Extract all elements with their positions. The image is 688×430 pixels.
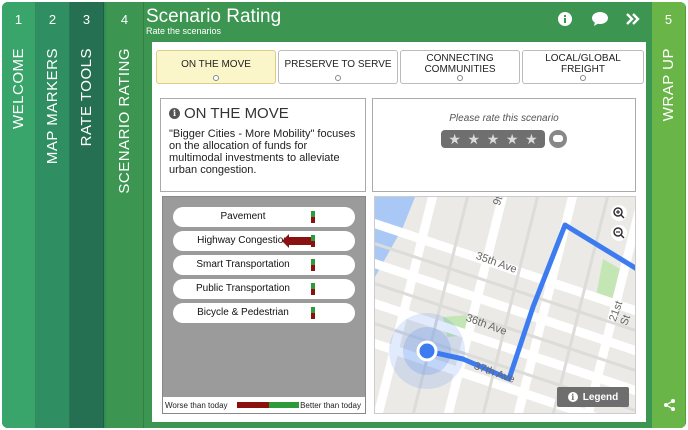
rating-prompt: Please rate this scenario (449, 113, 559, 124)
better-legend-arrow (269, 402, 299, 408)
side-tab-welcome[interactable]: 1 WELCOME (2, 2, 36, 428)
legend-label: Legend (582, 391, 619, 403)
factor-public-transportation: Public Transportation (173, 279, 355, 299)
side-tab-scenario-rating[interactable]: 4 SCENARIO RATING (106, 2, 144, 428)
tab-on-the-move[interactable]: ON THE MOVE (156, 50, 276, 84)
side-tab-map-markers[interactable]: 2 MAP MARKERS (36, 2, 70, 428)
side-tab-rate-tools[interactable]: 3 RATE TOOLS (70, 2, 104, 428)
star-icon[interactable]: ★ (468, 132, 481, 146)
side-tab-label: RATE TOOLS (77, 48, 95, 147)
worse-arrow (282, 234, 313, 248)
star-icon[interactable]: ★ (448, 132, 461, 146)
neutral-marker (311, 235, 315, 247)
rating-panel: Please rate this scenario ★ ★ ★ ★ ★ (372, 98, 636, 192)
worse-label: Worse than today (165, 401, 228, 410)
star-box: ★ ★ ★ ★ ★ (441, 130, 545, 148)
factor-label: Pavement (220, 211, 266, 222)
description-heading: i ON THE MOVE (169, 105, 357, 122)
page-title: Scenario Rating (146, 6, 282, 27)
tab-indicator-dot (457, 75, 463, 81)
tab-local-global-freight[interactable]: LOCAL/GLOBAL FREIGHT (522, 50, 644, 84)
factor-smart-transportation: Smart Transportation (173, 255, 355, 275)
tab-label: CONNECTING COMMUNITIES (424, 53, 496, 75)
info-icon: i (169, 108, 180, 119)
factor-label: Smart Transportation (196, 259, 290, 270)
content-area: ON THE MOVE PRESERVE TO SERVE CONNECTING… (152, 42, 646, 422)
description-text: "Bigger Cities - More Mobility" focuses … (169, 128, 356, 176)
page-subtitle: Rate the scenarios (146, 26, 222, 36)
legend-button[interactable]: i Legend (557, 387, 629, 407)
side-tab-label: WRAP UP (659, 48, 677, 122)
worse-legend-arrow (237, 402, 269, 408)
zoom-in-button[interactable] (611, 205, 627, 221)
zoom-in-icon (613, 207, 625, 219)
side-tab-wrap-up[interactable]: 5 WRAP UP (652, 2, 686, 428)
side-tab-label: WELCOME (9, 48, 27, 130)
tab-label: ON THE MOVE (181, 58, 251, 70)
better-label: Better than today (300, 401, 361, 410)
chat-icon[interactable] (592, 12, 608, 29)
info-icon: i (567, 392, 578, 402)
tab-indicator-dot (580, 75, 586, 81)
side-tab-label: MAP MARKERS (43, 48, 61, 165)
neutral-marker (311, 211, 315, 223)
factor-label: Bicycle & Pedestrian (197, 307, 289, 318)
zoom-out-icon (613, 227, 625, 239)
neutral-marker (311, 307, 315, 319)
info-icon[interactable] (558, 12, 572, 29)
side-tab-number: 3 (82, 12, 91, 27)
star-icon[interactable]: ★ (525, 132, 538, 146)
map-view[interactable]: 9th 35th Ave 36th Ave 21st St 37th Ave i… (374, 196, 636, 414)
factor-label: Public Transportation (196, 283, 290, 294)
main-panel: Scenario Rating Rate the scenarios ON TH… (144, 2, 652, 428)
factor-pavement: Pavement (173, 207, 355, 227)
impact-legend: Worse than today Better than today (163, 397, 365, 413)
tab-label: LOCAL/GLOBAL FREIGHT (545, 53, 621, 75)
impact-factors-panel: Pavement Highway Congestion Smart Transp… (162, 196, 366, 414)
side-tab-number: 5 (664, 12, 673, 27)
scenario-tabs: ON THE MOVE PRESERVE TO SERVE CONNECTING… (156, 50, 646, 86)
share-icon[interactable] (664, 399, 675, 414)
fast-forward-icon[interactable] (626, 12, 640, 29)
scenario-description: i ON THE MOVE "Bigger Cities - More Mobi… (160, 98, 366, 192)
factor-bicycle-pedestrian: Bicycle & Pedestrian (173, 303, 355, 323)
side-tab-number: 4 (120, 12, 129, 27)
tab-indicator-dot (213, 75, 219, 81)
neutral-marker (311, 283, 315, 295)
comment-icon[interactable] (549, 130, 567, 148)
zoom-out-button[interactable] (611, 225, 627, 241)
app-frame: 1 WELCOME 2 MAP MARKERS 3 RATE TOOLS 4 S… (2, 2, 686, 428)
side-tab-number: 2 (48, 12, 57, 27)
tab-preserve-to-serve[interactable]: PRESERVE TO SERVE (278, 50, 398, 84)
side-tab-label: SCENARIO RATING (115, 48, 133, 194)
neutral-marker (311, 259, 315, 271)
tab-indicator-dot (335, 75, 341, 81)
factor-highway-congestion: Highway Congestion (173, 231, 355, 251)
star-icon[interactable]: ★ (487, 132, 500, 146)
side-tab-number: 1 (14, 12, 23, 27)
description-title: ON THE MOVE (184, 105, 289, 122)
star-rating: ★ ★ ★ ★ ★ (441, 130, 567, 148)
tab-connecting-communities[interactable]: CONNECTING COMMUNITIES (400, 50, 520, 84)
tab-label: PRESERVE TO SERVE (284, 58, 392, 70)
star-icon[interactable]: ★ (506, 132, 519, 146)
